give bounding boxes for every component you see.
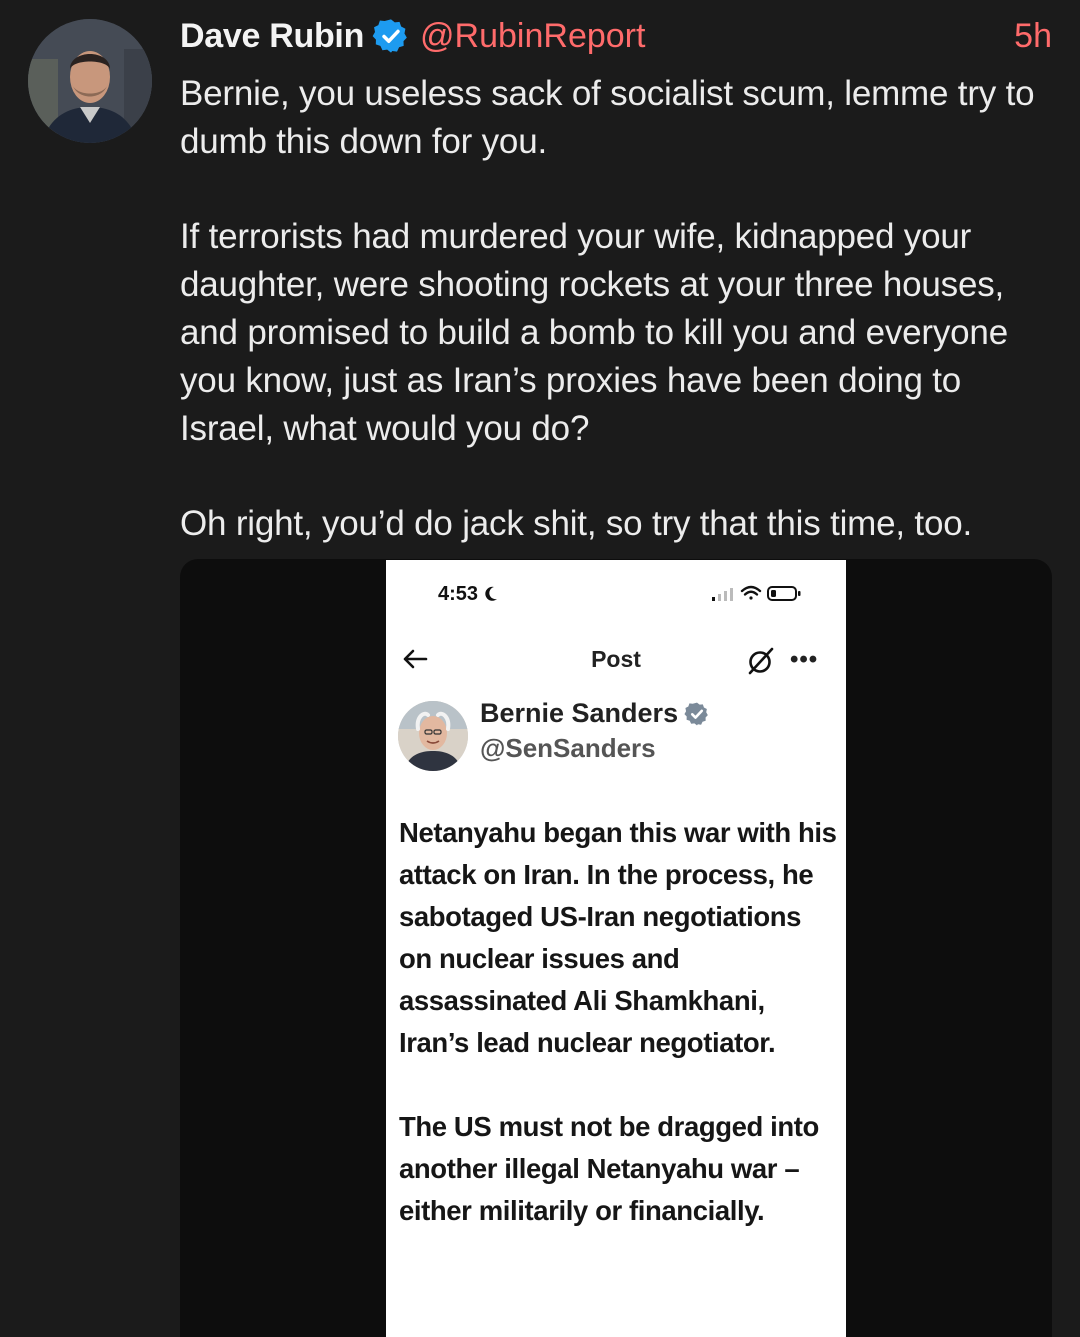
post-text: Bernie, you useless sack of socialist sc… bbox=[180, 70, 1060, 548]
moon-icon bbox=[484, 586, 497, 601]
post-paragraph: Oh right, you’d do jack shit, so try tha… bbox=[180, 504, 973, 544]
post-media[interactable]: 4:53 Post ••• Bernie Sanders @SenSanders… bbox=[180, 559, 1052, 1337]
quoted-author-avatar[interactable] bbox=[398, 701, 468, 771]
quoted-author-name[interactable]: Bernie Sanders bbox=[480, 698, 710, 729]
quoted-author-avatar-image bbox=[398, 701, 468, 771]
quoted-paragraph: Netanyahu began this war with his attack… bbox=[399, 817, 837, 1058]
embedded-screenshot: 4:53 Post ••• Bernie Sanders @SenSanders… bbox=[386, 560, 846, 1337]
status-bar-time: 4:53 bbox=[438, 583, 498, 606]
author-handle[interactable]: @RubinReport bbox=[420, 17, 645, 56]
quoted-author-handle[interactable]: @SenSanders bbox=[480, 733, 656, 764]
post-paragraph: If terrorists had murdered your wife, ki… bbox=[180, 217, 1008, 448]
quoted-post-text: Netanyahu began this war with his attack… bbox=[399, 812, 839, 1232]
author-avatar-image bbox=[28, 19, 152, 143]
verified-badge-icon bbox=[372, 17, 410, 55]
wifi-icon bbox=[740, 585, 762, 600]
quoted-paragraph: The US must not be dragged into another … bbox=[399, 1111, 819, 1226]
author-name[interactable]: Dave Rubin bbox=[180, 17, 364, 56]
author-avatar[interactable] bbox=[28, 19, 152, 143]
more-icon[interactable]: ••• bbox=[790, 646, 818, 674]
post-paragraph: Bernie, you useless sack of socialist sc… bbox=[180, 74, 1035, 161]
battery-icon bbox=[767, 586, 801, 601]
post-timestamp[interactable]: 5h bbox=[1014, 17, 1052, 56]
signal-icon bbox=[712, 588, 733, 601]
post-header: Dave Rubin @RubinReport 5h bbox=[180, 14, 1052, 58]
verified-badge-icon bbox=[684, 702, 708, 725]
grok-icon[interactable] bbox=[744, 644, 778, 678]
status-bar-icons bbox=[712, 585, 801, 601]
